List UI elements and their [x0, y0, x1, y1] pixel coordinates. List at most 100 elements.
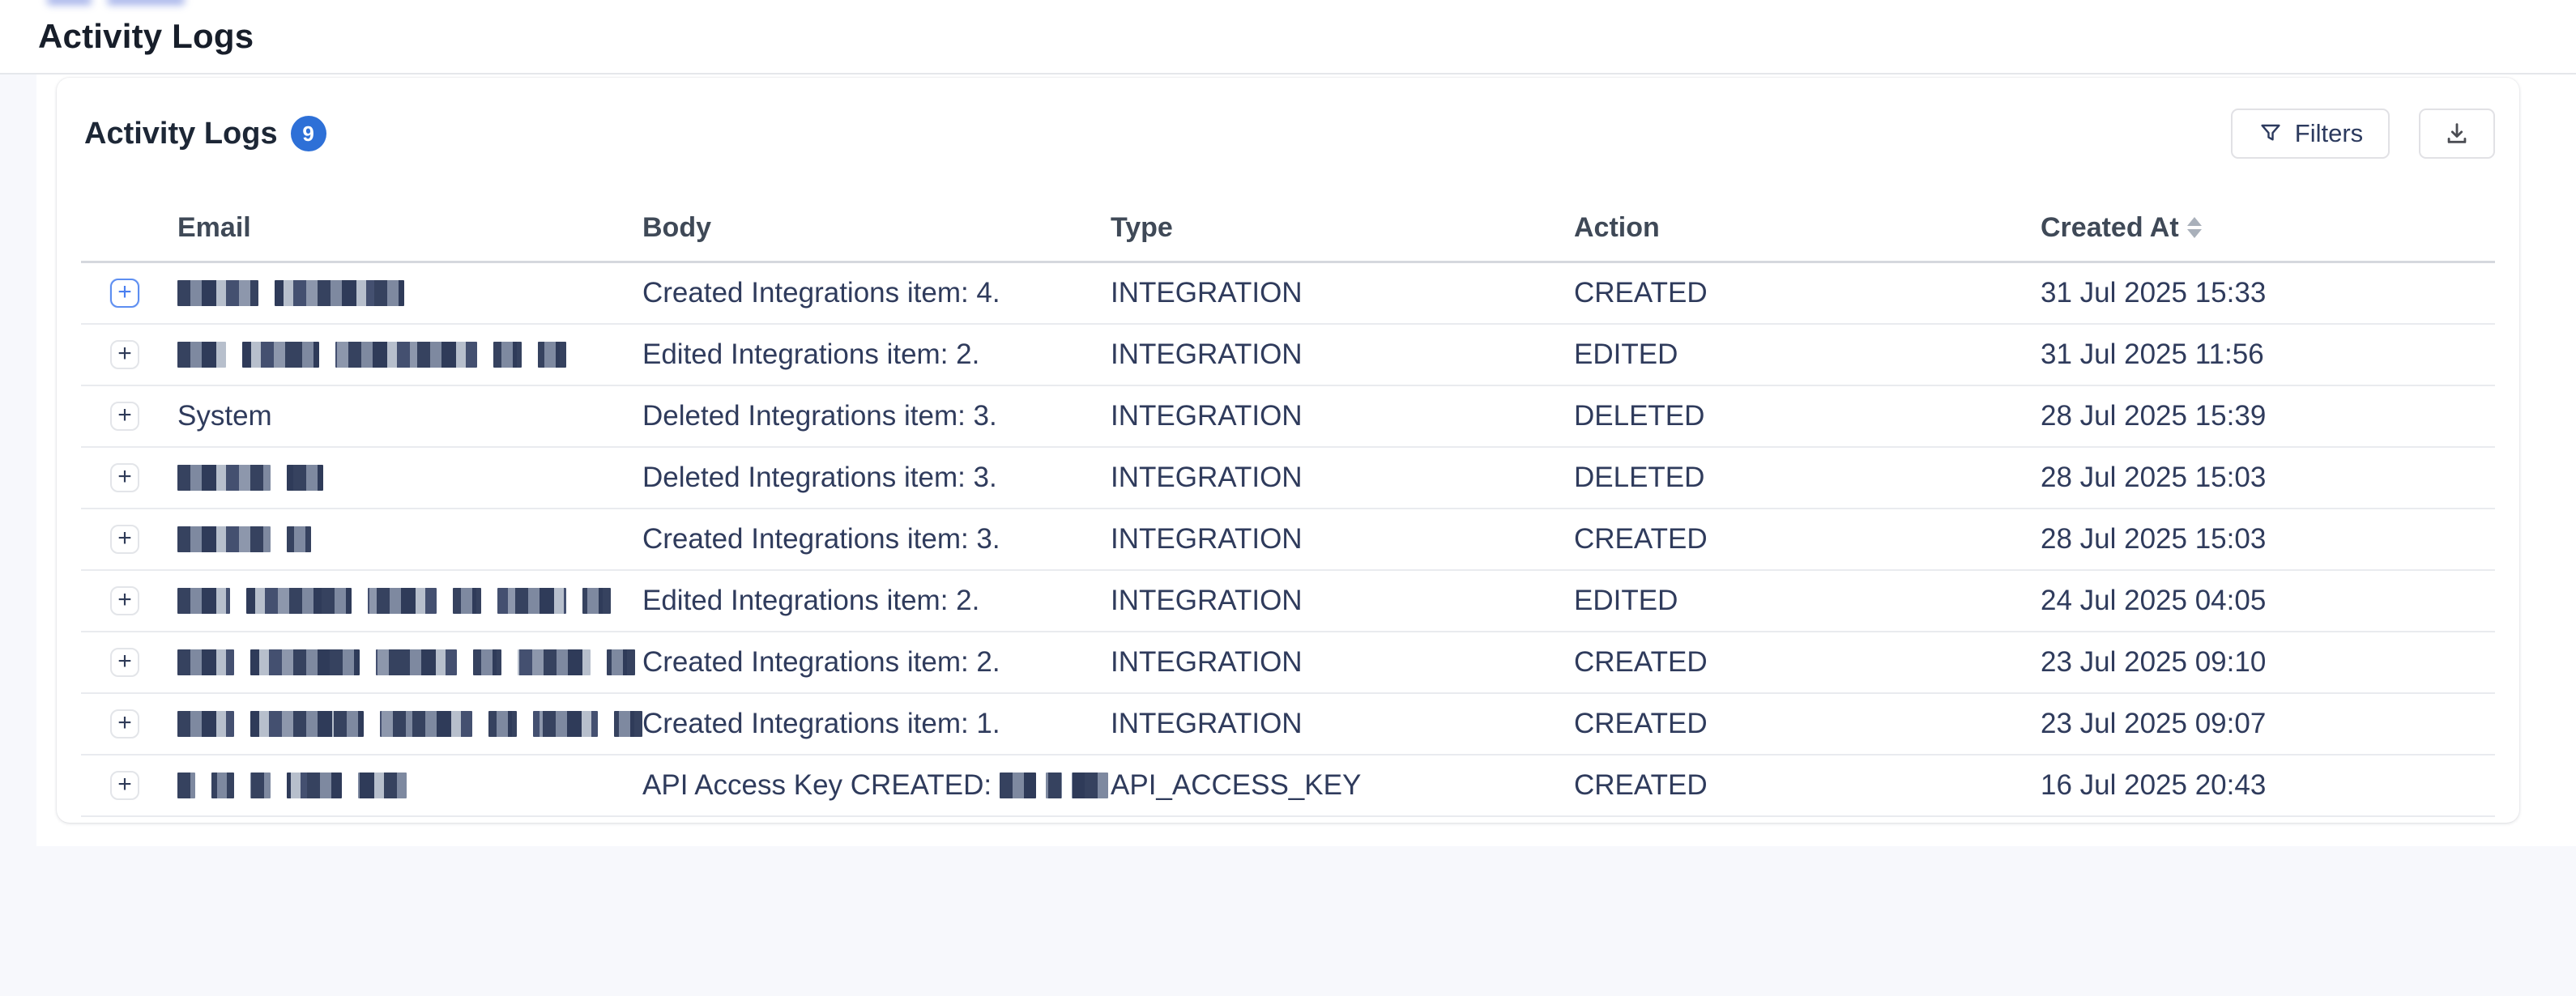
column-type: Type — [1111, 212, 1574, 244]
table-row: + Created Integrations item: 4.INTEGRATIO… — [81, 263, 2495, 325]
redacted-email — [177, 280, 642, 306]
redaction-block — [473, 649, 501, 675]
redaction-block — [533, 711, 598, 737]
action-cell: EDITED — [1574, 338, 2041, 371]
card-title: Activity Logs — [84, 117, 278, 151]
action-cell: EDITED — [1574, 585, 2041, 617]
email-cell — [177, 588, 642, 614]
expand-row-button[interactable]: + — [110, 525, 139, 554]
email-cell — [177, 342, 642, 368]
action-cell: DELETED — [1574, 462, 2041, 494]
redacted-email — [177, 711, 642, 737]
redaction-block — [177, 526, 271, 552]
email-cell — [177, 711, 642, 737]
created-at-cell: 23 Jul 2025 09:10 — [2041, 646, 2495, 679]
created-at-cell: 28 Jul 2025 15:03 — [2041, 523, 2495, 555]
table-row: +Edited Integrations item: 2.INTEGRATION… — [81, 325, 2495, 386]
email-cell: System — [177, 400, 642, 432]
download-icon — [2443, 120, 2471, 147]
redacted-email — [177, 588, 642, 614]
type-cell: INTEGRATION — [1111, 646, 1574, 679]
download-button[interactable] — [2419, 109, 2495, 159]
expand-cell: + — [81, 340, 177, 369]
redaction-block — [250, 711, 364, 737]
body-cell: Created Integrations item: 2. — [642, 646, 1111, 679]
body-cell: Edited Integrations item: 2. — [642, 585, 1111, 617]
action-cell: DELETED — [1574, 400, 2041, 432]
redacted-email — [177, 342, 642, 368]
created-at-cell: 23 Jul 2025 09:07 — [2041, 708, 2495, 740]
redaction-block — [380, 711, 473, 737]
expand-row-button[interactable]: + — [110, 463, 139, 492]
page-background — [0, 74, 36, 996]
expand-cell: + — [81, 279, 177, 308]
created-at-cell: 16 Jul 2025 20:43 — [2041, 769, 2495, 802]
expand-row-button[interactable]: + — [110, 340, 139, 369]
table-body: +Created Integrations item: 4.INTEGRATIO… — [81, 263, 2495, 817]
page-title: Activity Logs — [38, 0, 254, 73]
column-created-at-label: Created At — [2041, 212, 2179, 244]
redaction-block — [177, 588, 230, 614]
expand-cell: + — [81, 402, 177, 431]
redaction-block — [242, 342, 319, 368]
expand-cell: + — [81, 586, 177, 615]
expand-row-button[interactable]: + — [110, 279, 139, 308]
page-header: Activity Logs — [0, 0, 2576, 74]
activity-logs-card: Activity Logs 9 Filters — [57, 78, 2519, 823]
column-created-at[interactable]: Created At — [2041, 212, 2495, 244]
redaction-block — [177, 773, 195, 798]
body-cell: Deleted Integrations item: 3. — [642, 462, 1111, 494]
created-at-cell: 24 Jul 2025 04:05 — [2041, 585, 2495, 617]
redacted-body-part — [1000, 773, 1108, 798]
filters-button[interactable]: Filters — [2231, 109, 2390, 159]
expand-cell: + — [81, 709, 177, 738]
redaction-block — [287, 526, 311, 552]
table-row: + Created Integrations item: 2.INTEGRATIO… — [81, 632, 2495, 694]
type-cell: INTEGRATION — [1111, 277, 1574, 309]
expand-row-button[interactable]: + — [110, 586, 139, 615]
card-title-group: Activity Logs 9 — [81, 116, 326, 151]
body-cell: API Access Key CREATED: — [642, 769, 1111, 802]
action-cell: CREATED — [1574, 646, 2041, 679]
type-cell: INTEGRATION — [1111, 523, 1574, 555]
body-cell: Created Integrations item: 4. — [642, 277, 1111, 309]
redaction-block — [497, 588, 566, 614]
redaction-block — [287, 465, 323, 491]
table-row: + Deleted Integrations item: 3.INTEGRATIO… — [81, 448, 2495, 509]
expand-cell: + — [81, 771, 177, 800]
body-cell: Deleted Integrations item: 3. — [642, 400, 1111, 432]
table-row: +SystemDeleted Integrations item: 3.INTE… — [81, 386, 2495, 448]
action-cell: CREATED — [1574, 523, 2041, 555]
redaction-block — [177, 342, 226, 368]
body-cell: Edited Integrations item: 2. — [642, 338, 1111, 371]
expand-row-button[interactable]: + — [110, 709, 139, 738]
card-header: Activity Logs 9 Filters — [81, 105, 2495, 162]
email-cell — [177, 649, 642, 675]
redacted-email — [177, 465, 642, 491]
expand-row-button[interactable]: + — [110, 771, 139, 800]
redaction-block — [275, 280, 404, 306]
redaction-block — [250, 773, 271, 798]
sort-arrows-icon[interactable] — [2187, 217, 2202, 238]
action-cell: CREATED — [1574, 277, 2041, 309]
redaction-block — [177, 711, 234, 737]
card-actions: Filters — [2231, 109, 2495, 159]
action-cell: CREATED — [1574, 769, 2041, 802]
expand-row-button[interactable]: + — [110, 648, 139, 677]
table-row: +Edited Integrations item: 2.INTEGRATION… — [81, 571, 2495, 632]
redaction-block — [582, 588, 611, 614]
expand-cell: + — [81, 648, 177, 677]
redacted-email — [177, 773, 642, 798]
redaction-block — [335, 342, 477, 368]
column-body: Body — [642, 212, 1111, 244]
redaction-block — [376, 649, 457, 675]
redaction-block — [488, 711, 517, 737]
created-at-cell: 28 Jul 2025 15:03 — [2041, 462, 2495, 494]
email-cell — [177, 280, 642, 306]
redaction-block — [177, 649, 234, 675]
expand-cell: + — [81, 463, 177, 492]
expand-row-button[interactable]: + — [110, 402, 139, 431]
table-row: +Created Integrations item: 1.INTEGRATIO… — [81, 694, 2495, 756]
redaction-block — [250, 649, 360, 675]
type-cell: INTEGRATION — [1111, 462, 1574, 494]
